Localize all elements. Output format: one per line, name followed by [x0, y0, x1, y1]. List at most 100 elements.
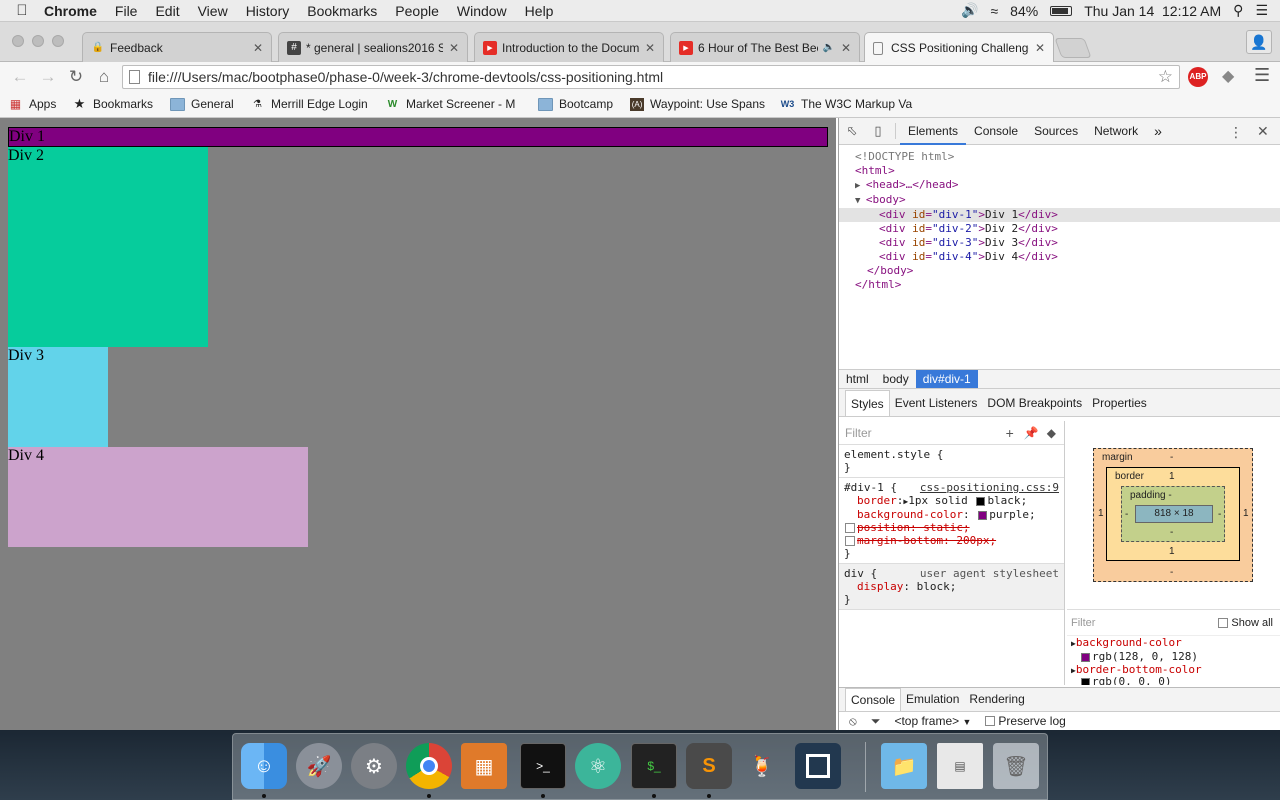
more-tabs-chevron-icon[interactable]: » — [1146, 118, 1170, 145]
reload-icon[interactable]: ↻ — [62, 67, 90, 87]
breadcrumb-body[interactable]: body — [876, 370, 916, 388]
new-tab-button[interactable] — [1054, 38, 1092, 58]
menu-bookmarks[interactable]: Bookmarks — [298, 3, 386, 19]
bookmark-star-icon[interactable]: ☆ — [1158, 67, 1173, 87]
preserve-log-checkbox[interactable]: Preserve log — [985, 714, 1066, 728]
frame-select[interactable]: <top frame> ▼ — [894, 714, 971, 728]
dom-html-open[interactable]: <html> — [839, 164, 1280, 178]
back-arrow-icon[interactable]: ← — [6, 67, 34, 87]
profile-icon[interactable]: 👤 — [1246, 30, 1272, 54]
tab-css-positioning[interactable]: CSS Positioning Challenge ✕ — [864, 32, 1054, 63]
terminal-dollar-icon[interactable]: $_ — [631, 743, 677, 789]
bookmark-bootcamp-folder[interactable]: Bootcamp — [538, 97, 613, 111]
box-model-padding[interactable]: padding - - - - 818 × 18 — [1121, 486, 1225, 542]
bookmark-market-screener[interactable]: W Market Screener - M — [385, 97, 525, 111]
tab-slack[interactable]: # * general | sealions2016 S ✕ — [278, 32, 468, 62]
expand-arrow-icon[interactable]: ▶ — [855, 181, 866, 191]
finder-icon[interactable]: ☺ — [241, 743, 287, 789]
declaration-checkbox[interactable] — [845, 536, 855, 546]
drawer-tab-emulation[interactable]: Emulation — [901, 688, 964, 711]
launchpad-icon[interactable]: 🚀 — [296, 743, 342, 789]
home-icon[interactable]: ⌂ — [90, 67, 118, 87]
trash-icon[interactable]: 🗑 — [993, 743, 1039, 789]
tab-sources[interactable]: Sources — [1026, 118, 1086, 145]
tab-youtube-intro[interactable]: ▶ Introduction to the Docume ✕ — [474, 32, 664, 62]
bookmark-waypoint[interactable]: (A) Waypoint: Use Spans — [630, 97, 765, 111]
inspect-element-icon[interactable]: ⬁ — [839, 123, 865, 139]
dom-body-close[interactable]: </body> — [839, 264, 1280, 278]
cocktail-icon[interactable]: 🍹 — [739, 743, 785, 789]
device-mode-icon[interactable]: ▯ — [865, 123, 891, 139]
pin-icon[interactable]: 📌 — [1024, 426, 1039, 440]
dom-html-close[interactable]: </html> — [839, 278, 1280, 292]
close-window-button[interactable] — [12, 35, 24, 47]
close-tab-icon[interactable]: ✕ — [841, 41, 851, 55]
battery-icon[interactable] — [1050, 5, 1073, 16]
element-style-rule[interactable]: element.style { } — [839, 445, 1064, 478]
adblock-plus-icon[interactable]: ABP — [1188, 67, 1208, 87]
menu-file[interactable]: File — [106, 3, 147, 19]
rule-source-link[interactable]: css-positioning.css:9 — [920, 481, 1059, 494]
checkbox-box[interactable] — [1218, 617, 1229, 628]
border-declaration[interactable]: border:▶1px solid black; — [844, 494, 1059, 508]
bookmark-general-folder[interactable]: General — [170, 97, 234, 111]
tab-event-listeners[interactable]: Event Listeners — [890, 390, 983, 416]
menubar-clock[interactable]: Thu Jan 14 12:12 AM — [1084, 3, 1221, 19]
tab-network[interactable]: Network — [1086, 118, 1146, 145]
downloads-folder-icon[interactable]: 📁 — [881, 743, 927, 789]
bookmark-w3c-validator[interactable]: W3 The W3C Markup Va — [780, 97, 915, 111]
computed-filter-input[interactable]: Filter — [1071, 617, 1095, 629]
clear-console-icon[interactable]: ⦸ — [849, 714, 857, 729]
color-swatch[interactable] — [978, 510, 988, 520]
tab-feedback[interactable]: 🔒 Feedback ✕ — [82, 32, 272, 62]
zoom-window-button[interactable] — [52, 35, 64, 47]
background-color-declaration[interactable]: background-color: purple; — [844, 508, 1059, 521]
dom-div-3[interactable]: <div id="div-3">Div 3</div> — [839, 236, 1280, 250]
menu-edit[interactable]: Edit — [146, 3, 188, 19]
close-tab-icon[interactable]: ✕ — [645, 41, 655, 55]
tab-elements[interactable]: Elements — [900, 118, 967, 145]
preview-icon[interactable]: ▤ — [937, 743, 983, 789]
close-tab-icon[interactable]: ✕ — [253, 41, 263, 55]
close-tab-icon[interactable]: ✕ — [449, 41, 459, 55]
page-info-icon[interactable] — [129, 70, 140, 84]
margin-bottom-declaration[interactable]: margin-bottom: 200px; — [844, 534, 1059, 547]
menu-people[interactable]: People — [386, 3, 448, 19]
breadcrumb-html[interactable]: html — [839, 370, 876, 388]
dom-doctype[interactable]: <!DOCTYPE html> — [839, 150, 1280, 164]
drawer-tab-console[interactable]: Console — [845, 688, 902, 711]
drawer-tab-rendering[interactable]: Rendering — [964, 688, 1029, 711]
declaration-checkbox[interactable] — [845, 523, 855, 533]
dom-div-1[interactable]: <div id="div-1">Div 1</div> — [839, 208, 1280, 222]
notification-center-icon[interactable]: ☰ — [1255, 2, 1268, 19]
tab-dom-breakpoints[interactable]: DOM Breakpoints — [982, 390, 1087, 416]
brackets-icon[interactable] — [795, 743, 841, 789]
dom-head[interactable]: ▶ <head>…</head> — [839, 178, 1280, 193]
tab-properties[interactable]: Properties — [1087, 390, 1152, 416]
apple-menu-icon[interactable]:  — [0, 2, 44, 19]
terminal-icon[interactable]: >_ — [520, 743, 566, 789]
address-bar[interactable]: file:///Users/mac/bootphase0/phase-0/wee… — [122, 65, 1180, 89]
ghostery-icon[interactable]: ◆ — [1222, 66, 1234, 86]
tab-console[interactable]: Console — [966, 118, 1026, 145]
menu-app-name[interactable]: Chrome — [44, 3, 106, 19]
menu-view[interactable]: View — [189, 3, 237, 19]
close-tab-icon[interactable]: ✕ — [1035, 41, 1045, 55]
color-swatch[interactable] — [976, 496, 986, 506]
filter-icon[interactable]: ⏷ — [871, 714, 881, 729]
box-model-margin[interactable]: margin - - border 1 1 1 1 padding - - - … — [1093, 448, 1253, 582]
menu-help[interactable]: Help — [516, 3, 563, 19]
tab-youtube-beethoven[interactable]: ▶ 6 Hour of The Best Beet 🔈 ✕ — [670, 32, 860, 62]
div-1-rule[interactable]: #div-1 {css-positioning.css:9 border:▶1p… — [839, 478, 1064, 564]
wifi-icon[interactable]: ≈ — [990, 3, 998, 19]
address-bar-url[interactable]: file:///Users/mac/bootphase0/phase-0/wee… — [148, 69, 663, 85]
dom-body[interactable]: ▼ <body> — [839, 193, 1280, 208]
battery-percent[interactable]: 84% — [1010, 3, 1038, 19]
show-all-checkbox[interactable]: Show all — [1218, 617, 1273, 629]
box-model-content[interactable]: 818 × 18 — [1135, 505, 1213, 523]
volume-icon[interactable]: 🔊 — [961, 2, 978, 19]
position-declaration[interactable]: position: static; — [844, 521, 1059, 534]
menu-history[interactable]: History — [237, 3, 299, 19]
menu-window[interactable]: Window — [448, 3, 516, 19]
spotlight-search-icon[interactable]: ⚲ — [1233, 2, 1243, 19]
